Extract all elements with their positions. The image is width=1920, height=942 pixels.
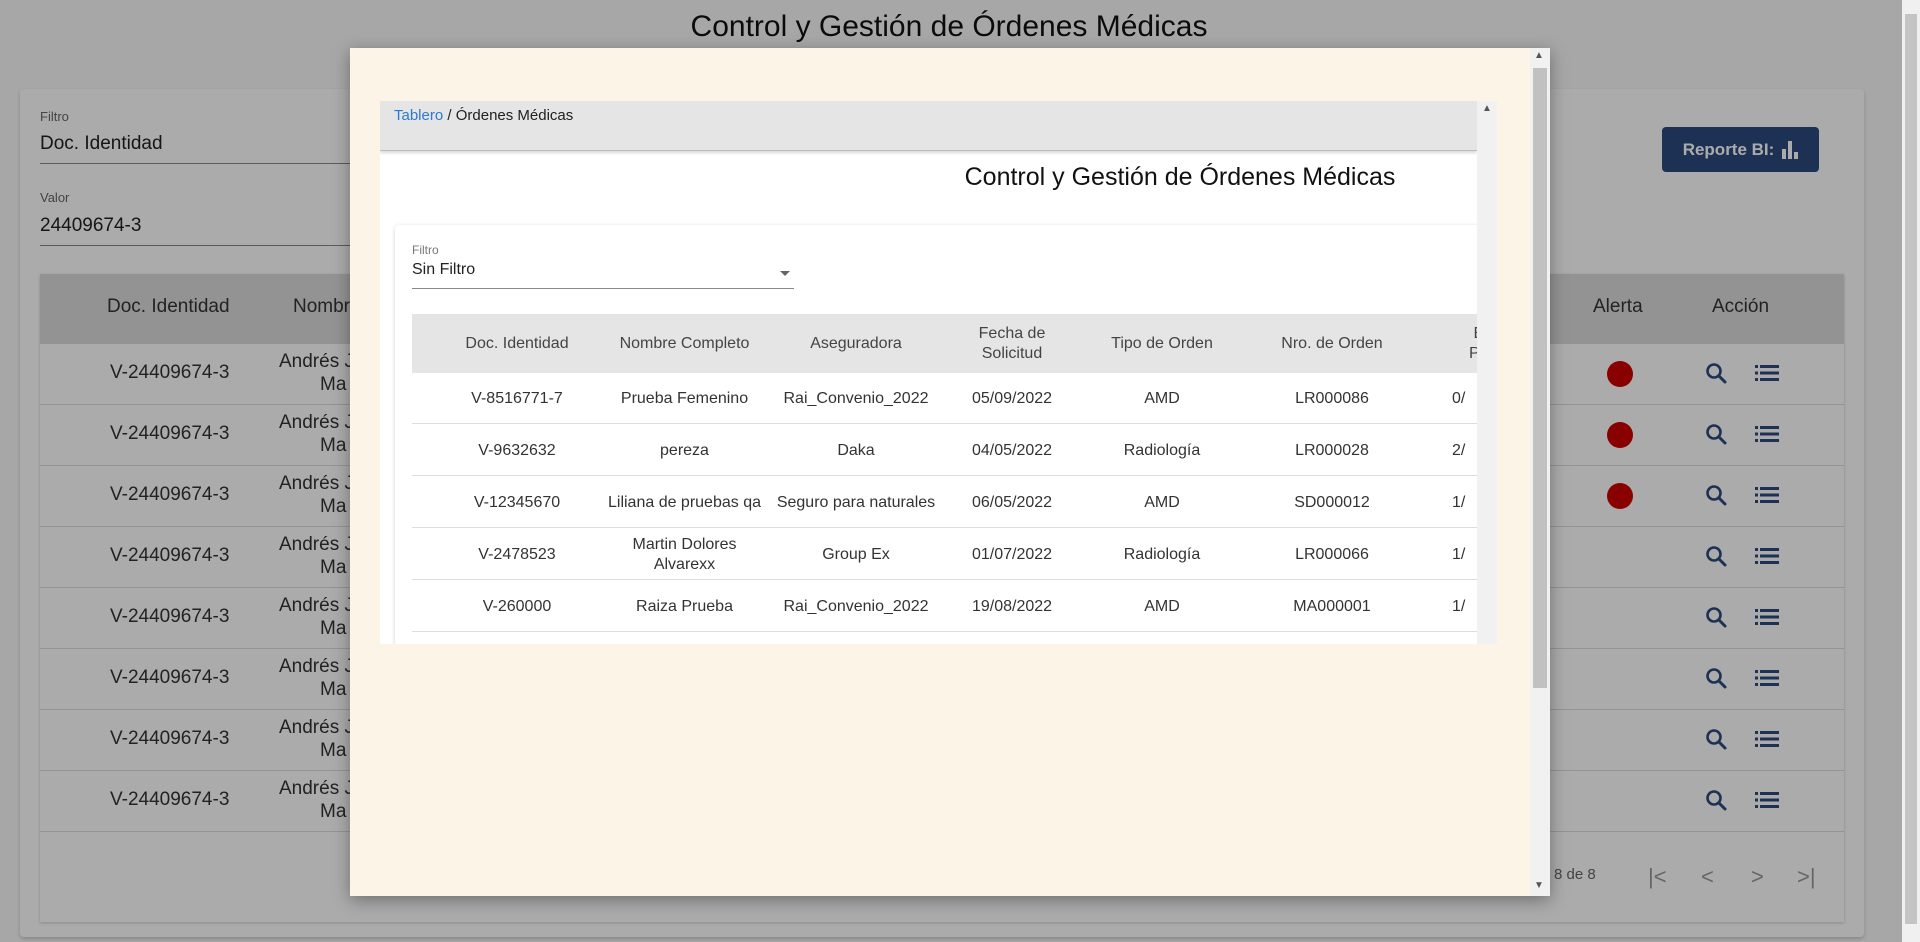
col-tipo-orden: Tipo de Orden (1111, 334, 1213, 352)
type-cell: AMD (1144, 493, 1180, 511)
order-cell: LR000028 (1295, 441, 1369, 459)
order-cell: SD000012 (1294, 493, 1370, 511)
insurer-cell: Daka (837, 441, 875, 459)
table-row[interactable] (412, 633, 1497, 644)
type-cell: AMD (1144, 389, 1180, 407)
orders-card: Filtro Sin Filtro Doc. Identidad Nombre … (395, 225, 1497, 644)
type-cell: Radiología (1123, 545, 1201, 563)
name-cell: Liliana de pruebas qa (607, 493, 761, 511)
doc-cell: V-2478523 (478, 545, 556, 563)
name-cell: Martin Dolores Alvarexx (632, 535, 737, 573)
type-cell: Radiología (1123, 441, 1201, 459)
table-row[interactable]: V-2478523 Martin Dolores Alvarexx Group Ex… (412, 529, 1497, 580)
modal-dialog: ▲ ▼ Tablero / Órdenes Médicas Control y … (350, 48, 1550, 896)
order-cell: MA000001 (1293, 597, 1371, 615)
order-cell: LR000066 (1295, 545, 1369, 563)
name-cell: Raiza Prueba (636, 597, 733, 615)
col-fecha-solicitud: Fecha de Solicitud (978, 324, 1046, 362)
col-nro-orden: Nro. de Orden (1281, 334, 1383, 352)
chevron-down-icon (780, 271, 790, 276)
col-nombre-completo: Nombre Completo (619, 334, 750, 352)
embedded-scrollbar[interactable]: ▲ (1477, 101, 1497, 644)
breadcrumb-current: Órdenes Médicas (455, 107, 574, 124)
doc-cell: V-12345670 (473, 493, 561, 511)
doc-cell: V-8516771-7 (471, 389, 563, 407)
breadcrumb-separator: / (443, 107, 456, 124)
col-doc-identidad: Doc. Identidad (465, 334, 569, 352)
date-cell: 04/05/2022 (971, 441, 1053, 459)
embedded-view: Tablero / Órdenes Médicas Control y Gest… (380, 101, 1497, 644)
breadcrumb-tablero-link[interactable]: Tablero (394, 107, 443, 124)
page-scrollbar[interactable] (1902, 0, 1920, 942)
modal-filter-select[interactable]: Sin Filtro (412, 261, 794, 289)
name-cell: pereza (660, 441, 709, 459)
modal-scroll-thumb[interactable] (1533, 68, 1547, 688)
order-cell: LR000086 (1295, 389, 1369, 407)
table-row[interactable]: V-9632632 pereza Daka 04/05/2022 Radiología L… (412, 425, 1497, 476)
doc-cell: V-260000 (482, 597, 552, 615)
insurer-cell: Rai_Convenio_2022 (783, 389, 929, 407)
modal-filter-label: Filtro (412, 243, 439, 257)
scroll-down-icon[interactable]: ▼ (1534, 880, 1544, 891)
date-cell: 19/08/2022 (971, 597, 1053, 615)
name-cell: Prueba Femenino (620, 389, 749, 407)
table-row[interactable]: V-260000 Raiza Prueba Rai_Convenio_2022 19/… (412, 581, 1497, 632)
scroll-up-icon[interactable]: ▲ (1482, 103, 1492, 114)
date-cell: 01/07/2022 (971, 545, 1053, 563)
table-row[interactable]: V-8516771-7 Prueba Femenino Rai_Convenio_2… (412, 373, 1497, 424)
scroll-up-icon[interactable]: ▲ (1534, 50, 1544, 61)
modal-filter-value: Sin Filtro (412, 261, 476, 278)
modal-scrollbar[interactable]: ▲ ▼ (1530, 48, 1550, 896)
date-cell: 05/09/2022 (971, 389, 1053, 407)
insurer-cell: Seguro para naturales (776, 493, 936, 511)
insurer-cell: Group Ex (822, 545, 890, 563)
orders-table-header: Doc. Identidad Nombre Completo Asegurado… (412, 314, 1497, 373)
breadcrumb: Tablero / Órdenes Médicas (394, 107, 573, 124)
breadcrumb-bar: Tablero / Órdenes Médicas (380, 101, 1477, 151)
modal-page-title: Control y Gestión de Órdenes Médicas (964, 163, 1396, 191)
doc-cell: V-9632632 (478, 441, 556, 459)
insurer-cell: Rai_Convenio_2022 (783, 597, 929, 615)
date-cell: 06/05/2022 (971, 493, 1053, 511)
type-cell: AMD (1144, 597, 1180, 615)
table-row[interactable]: V-12345670 Liliana de pruebas qa Seguro pa… (412, 477, 1497, 528)
col-aseguradora: Aseguradora (810, 334, 902, 352)
